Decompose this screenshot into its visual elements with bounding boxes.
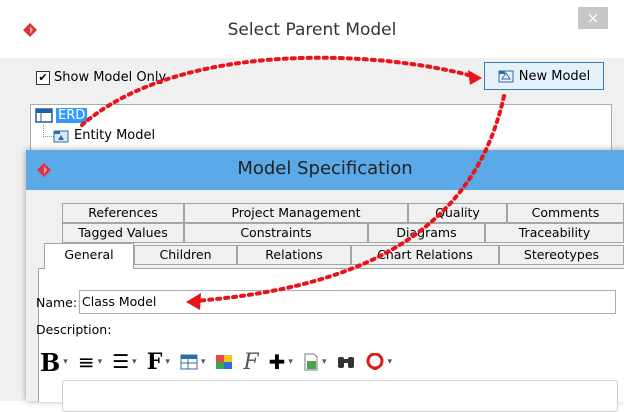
font-button[interactable]: F ▾: [147, 349, 170, 375]
spell-check-button[interactable]: ▾: [366, 353, 392, 371]
document-icon: [304, 353, 318, 371]
tab-general[interactable]: General: [44, 243, 134, 269]
new-model-button[interactable]: New Model: [484, 62, 604, 90]
description-toolbar: B ▾ ≡ ▾ ☰ ▾ F ▾ ▾ F ✚ ▾ ▾ ▾: [40, 347, 402, 377]
name-label: Name:: [36, 295, 78, 310]
dialog-title: Select Parent Model: [227, 20, 397, 40]
find-icon: [338, 357, 355, 368]
dialog-title-bar: Model Specification: [26, 150, 624, 190]
color-button[interactable]: [215, 354, 233, 370]
spell-check-icon: [366, 353, 384, 370]
tab-quality[interactable]: Quality: [408, 203, 507, 223]
tab-project-management[interactable]: Project Management: [184, 203, 408, 223]
table-button[interactable]: ▾: [180, 354, 205, 370]
color-icon: [216, 355, 233, 369]
tab-children[interactable]: Children: [134, 245, 237, 265]
show-model-only-checkbox[interactable]: ✔ Show Model Only: [36, 70, 166, 85]
insert-icon: ✚: [268, 350, 286, 374]
document-button[interactable]: ▾: [303, 353, 326, 371]
description-editor[interactable]: [62, 380, 618, 412]
tab-comments[interactable]: Comments: [507, 203, 624, 223]
name-field[interactable]: Class Model: [79, 290, 616, 314]
list-button[interactable]: ☰ ▾: [112, 351, 137, 373]
tab-stereotypes[interactable]: Stereotypes: [499, 245, 624, 265]
font-style-icon: B: [40, 347, 61, 377]
tree-item-erd[interactable]: ERD: [35, 108, 88, 123]
align-button[interactable]: ≡ ▾: [78, 350, 102, 374]
model-icon: [53, 130, 69, 142]
tab-relations[interactable]: Relations: [237, 245, 351, 265]
tree-item-entity-model[interactable]: Entity Model: [53, 128, 155, 143]
tree-item-label: Entity Model: [74, 128, 156, 143]
list-icon: ☰: [112, 351, 130, 373]
tab-traceability[interactable]: Traceability: [485, 223, 624, 243]
new-model-label: New Model: [518, 68, 591, 84]
checkbox-label: Show Model Only: [54, 70, 167, 85]
insert-button[interactable]: ✚ ▾: [269, 350, 293, 374]
tab-diagrams[interactable]: Diagrams: [368, 223, 485, 243]
format-icon: F: [243, 349, 259, 375]
font-icon: F: [146, 349, 163, 375]
format-button[interactable]: F: [243, 350, 258, 375]
tab-tagged-values[interactable]: Tagged Values: [62, 223, 184, 243]
align-icon: ≡: [77, 350, 95, 374]
checkbox-box[interactable]: ✔: [36, 70, 50, 85]
tab-constraints[interactable]: Constraints: [184, 223, 368, 243]
font-style-button[interactable]: B ▾: [40, 348, 68, 377]
new-model-icon: [498, 70, 514, 83]
dialog-title-bar: Select Parent Model ×: [0, 0, 624, 60]
tree-item-label: ERD: [56, 108, 88, 123]
tab-chart-relations[interactable]: Chart Relations: [351, 245, 499, 265]
description-label: Description:: [36, 322, 112, 337]
dialog-title: Model Specification: [237, 158, 413, 179]
erd-diagram-icon: [35, 108, 53, 123]
find-button[interactable]: [336, 354, 356, 370]
table-icon: [180, 354, 198, 370]
close-button[interactable]: ×: [578, 7, 608, 29]
tab-references[interactable]: References: [62, 203, 184, 223]
model-tree[interactable]: ERD Entity Model: [30, 104, 612, 152]
